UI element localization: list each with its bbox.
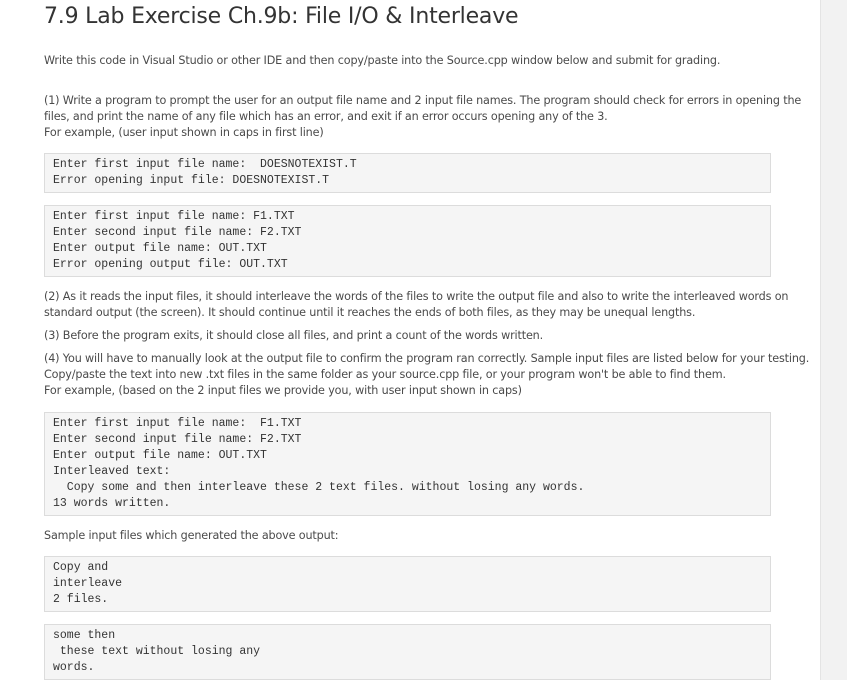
code-line: Enter first input file name: DOESNOTEXIS… xyxy=(53,158,357,171)
step1-line: files, and print the name of any file wh… xyxy=(44,110,608,123)
code-line: words. xyxy=(53,661,95,674)
sample-label: Sample input files which generated the a… xyxy=(44,528,771,544)
intro-text: Write this code in Visual Studio or othe… xyxy=(44,53,771,69)
code-block-sample-file1: Copy and interleave 2 files. xyxy=(44,556,771,612)
code-line: Error opening output file: OUT.TXT xyxy=(53,258,288,271)
intro-line: Write this code in Visual Studio or othe… xyxy=(44,54,721,67)
code-line: Error opening input file: DOESNOTEXIST.T xyxy=(53,174,330,187)
code-line: Copy and xyxy=(53,561,109,574)
code-block-error-output: Enter first input file name: F1.TXT Ente… xyxy=(44,205,771,277)
code-line: Enter first input file name: F1.TXT xyxy=(53,417,302,430)
code-line: these text without losing any xyxy=(53,645,261,658)
sample-label-line: Sample input files which generated the a… xyxy=(44,529,339,542)
step4-text: (4) You will have to manually look at th… xyxy=(44,351,810,399)
page-title: 7.9 Lab Exercise Ch.9b: File I/O & Inter… xyxy=(44,4,519,29)
code-block-error-input: Enter first input file name: DOESNOTEXIS… xyxy=(44,153,771,193)
code-line: Copy some and then interleave these 2 te… xyxy=(53,481,585,494)
code-line: some then xyxy=(53,629,116,642)
step1-line: For example, (user input shown in caps i… xyxy=(44,126,324,139)
step2-text: (2) As it reads the input files, it shou… xyxy=(44,289,789,321)
step4-line: For example, (based on the 2 input files… xyxy=(44,384,522,397)
code-block-sample-file2: some then these text without losing any … xyxy=(44,624,771,680)
step2-line: (2) As it reads the input files, it shou… xyxy=(44,290,789,303)
step4-line: (4) You will have to manually look at th… xyxy=(44,352,810,365)
code-line: Enter output file name: OUT.TXT xyxy=(53,449,267,462)
code-line: 13 words written. xyxy=(53,497,171,510)
step1-text: (1) Write a program to prompt the user f… xyxy=(44,93,802,141)
code-block-example-run: Enter first input file name: F1.TXT Ente… xyxy=(44,412,771,516)
code-line: Enter first input file name: F1.TXT xyxy=(53,210,295,223)
code-line: 2 files. xyxy=(53,593,109,606)
code-line: Enter output file name: OUT.TXT xyxy=(53,242,267,255)
step2-line: standard output (the screen). It should … xyxy=(44,306,696,319)
step1-line: (1) Write a program to prompt the user f… xyxy=(44,94,802,107)
step3-line: (3) Before the program exits, it should … xyxy=(44,329,544,342)
code-line: Interleaved text: xyxy=(53,465,171,478)
right-side-panel xyxy=(820,0,847,680)
step4-line: Copy/paste the text into new .txt files … xyxy=(44,368,726,381)
code-line: Enter second input file name: F2.TXT xyxy=(53,433,302,446)
code-line: interleave xyxy=(53,577,123,590)
code-line: Enter second input file name: F2.TXT xyxy=(53,226,302,239)
step3-text: (3) Before the program exits, it should … xyxy=(44,328,771,344)
